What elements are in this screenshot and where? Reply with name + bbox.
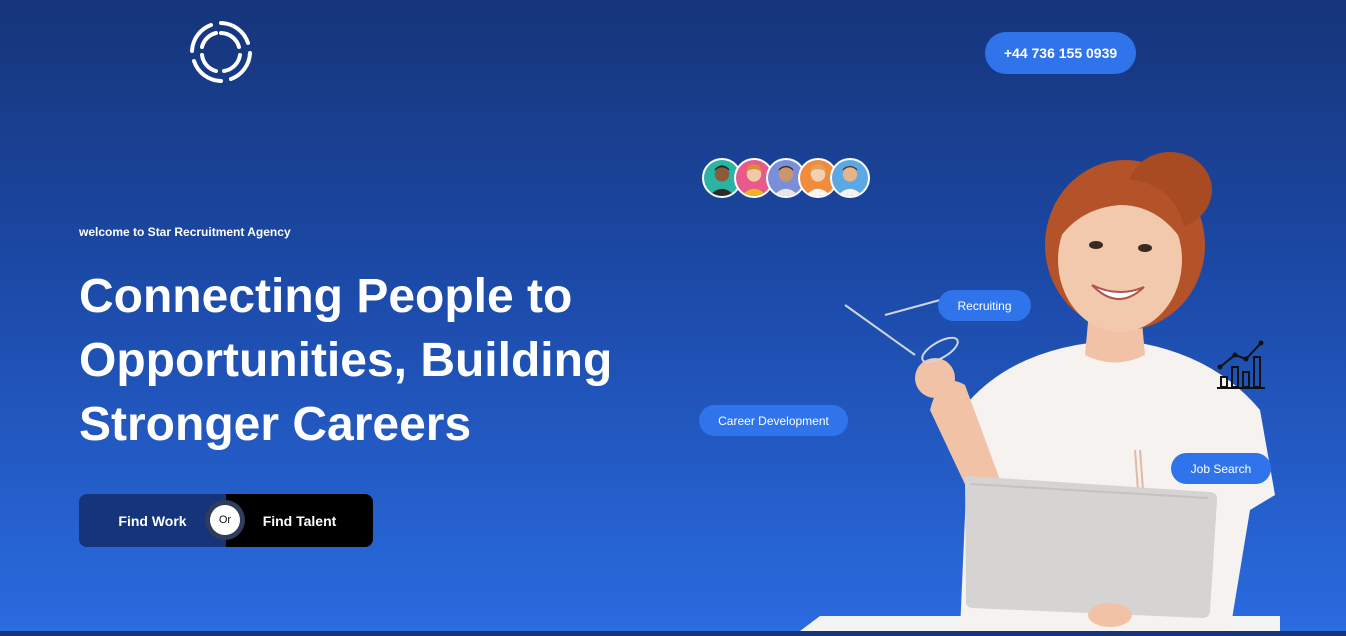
brand-logo-icon[interactable] — [186, 17, 256, 87]
hero-headline: Connecting People to Opportunities, Buil… — [79, 265, 679, 457]
or-badge: Or — [205, 500, 245, 540]
growth-chart-icon — [1215, 337, 1267, 392]
headline-line-3: Stronger Careers — [79, 398, 472, 451]
headline-line-1: Connecting People to — [79, 270, 573, 323]
job-search-tag[interactable]: Job Search — [1171, 453, 1271, 484]
or-label: Or — [210, 505, 240, 535]
career-development-tag[interactable]: Career Development — [699, 405, 848, 436]
welcome-text: welcome to Star Recruitment Agency — [79, 225, 291, 239]
find-work-button[interactable]: Find Work — [79, 494, 226, 547]
headline-line-2: Opportunities, Building — [79, 334, 613, 387]
find-talent-button[interactable]: Find Talent — [226, 494, 373, 547]
recruiting-tag[interactable]: Recruiting — [938, 290, 1031, 321]
phone-button[interactable]: +44 736 155 0939 — [985, 32, 1136, 74]
